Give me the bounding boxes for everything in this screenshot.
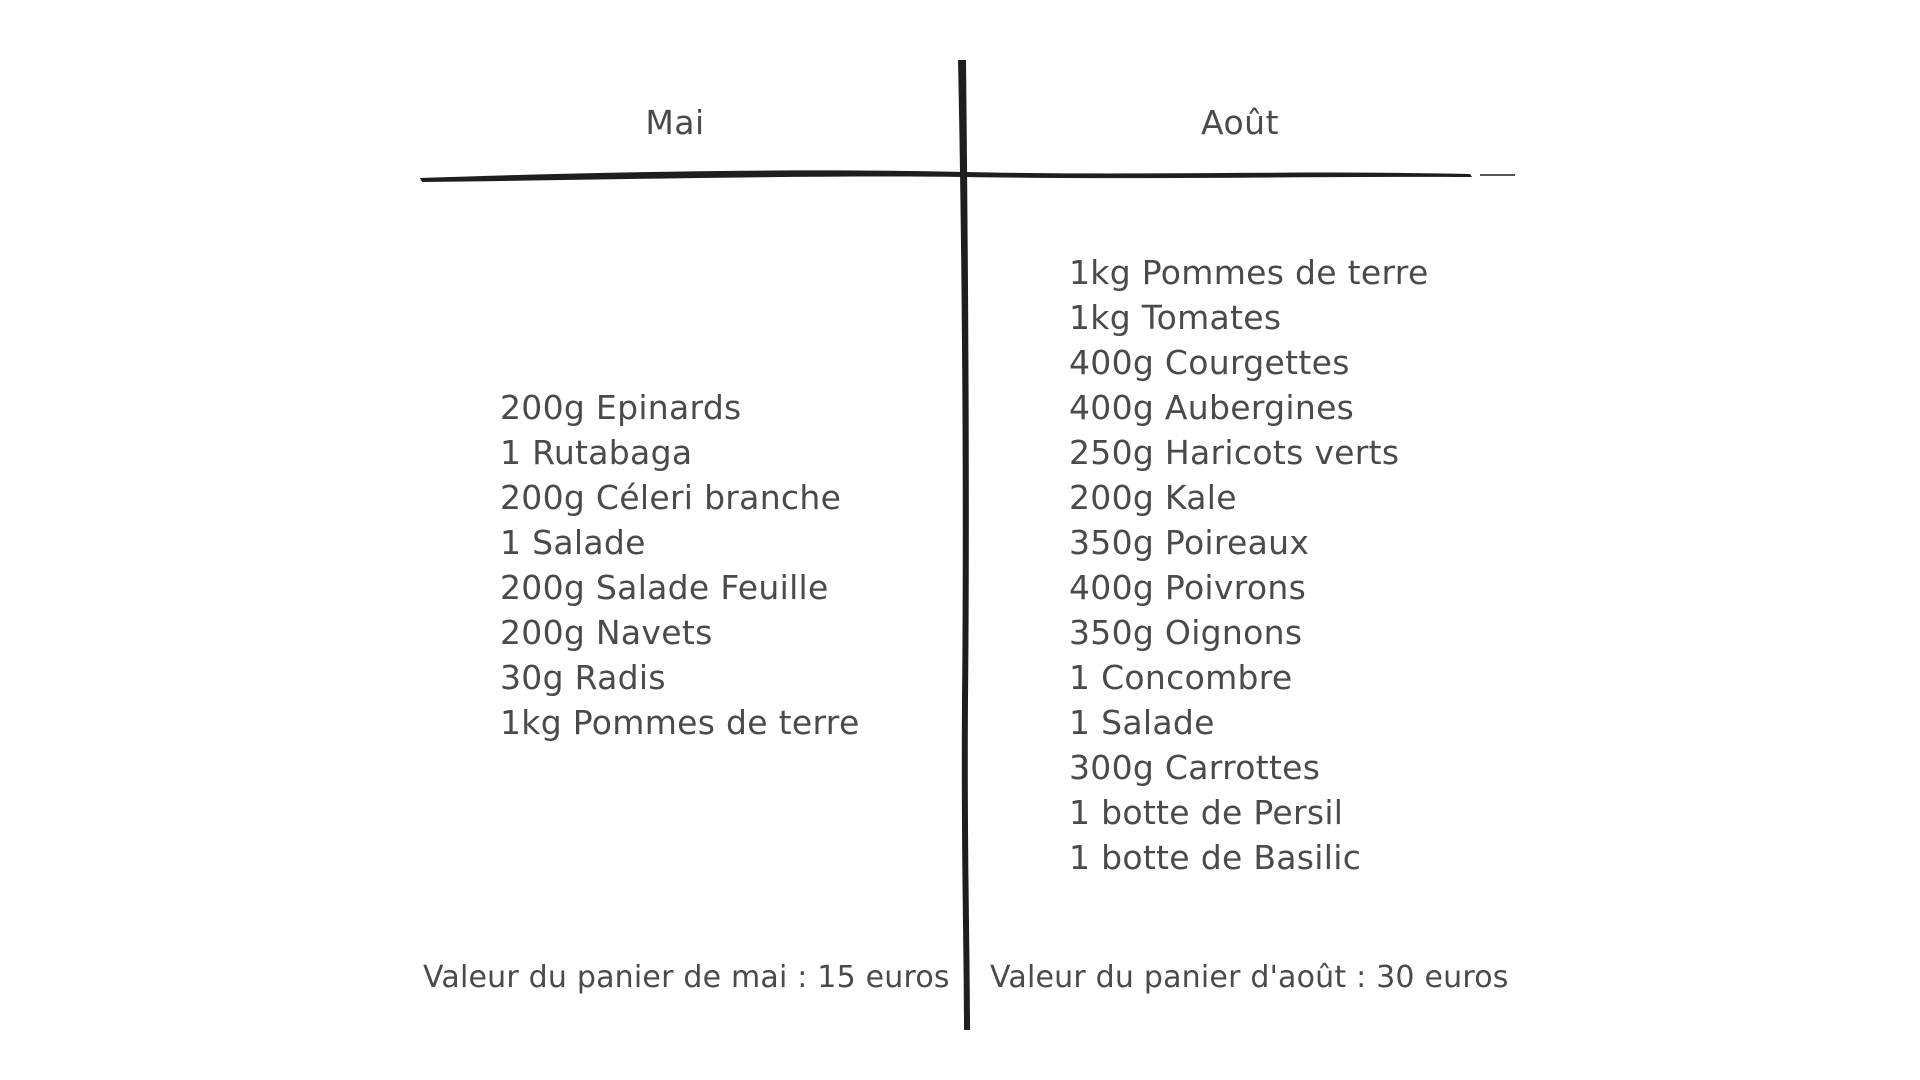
mai-item-list: 200g Epinards 1 Rutabaga 200g Céleri bra…: [500, 385, 860, 745]
vertical-divider: [958, 60, 970, 1030]
list-item: 200g Kale: [1069, 478, 1237, 517]
list-item: 200g Céleri branche: [500, 478, 842, 517]
list-item: 1 botte de Persil: [1069, 793, 1344, 832]
list-item: 400g Aubergines: [1069, 388, 1355, 427]
list-item: 350g Oignons: [1069, 613, 1303, 652]
column-header-mai: Mai: [645, 103, 705, 142]
mai-basket-value: Valeur du panier de mai : 15 euros: [423, 960, 950, 995]
list-item: 1 Rutabaga: [500, 433, 693, 472]
list-item: 1kg Pommes de terre: [500, 703, 860, 742]
list-item: 1kg Pommes de terre: [1069, 253, 1429, 292]
list-item: 1kg Tomates: [1069, 298, 1282, 337]
horizontal-divider: [420, 170, 1472, 182]
t-chart-lines: [420, 60, 1515, 1030]
column-header-aout: Août: [1200, 103, 1280, 142]
list-item: 200g Epinards: [500, 388, 742, 427]
list-item: 250g Haricots verts: [1069, 433, 1400, 472]
aout-basket-value: Valeur du panier d'août : 30 euros: [990, 960, 1509, 995]
list-item: 400g Courgettes: [1069, 343, 1350, 382]
horizontal-divider-tail: [1480, 174, 1515, 176]
list-item: 300g Carrottes: [1069, 748, 1321, 787]
list-item: 200g Salade Feuille: [500, 568, 829, 607]
list-item: 1 botte de Basilic: [1069, 838, 1362, 877]
list-item: 1 Concombre: [1069, 658, 1293, 697]
list-item: 200g Navets: [500, 613, 713, 652]
list-item: 400g Poivrons: [1069, 568, 1307, 607]
list-item: 1 Salade: [1069, 703, 1215, 742]
list-item: 350g Poireaux: [1069, 523, 1310, 562]
aout-item-list: 1kg Pommes de terre 1kg Tomates 400g Cou…: [1069, 250, 1429, 880]
list-item: 30g Radis: [500, 658, 666, 697]
list-item: 1 Salade: [500, 523, 646, 562]
